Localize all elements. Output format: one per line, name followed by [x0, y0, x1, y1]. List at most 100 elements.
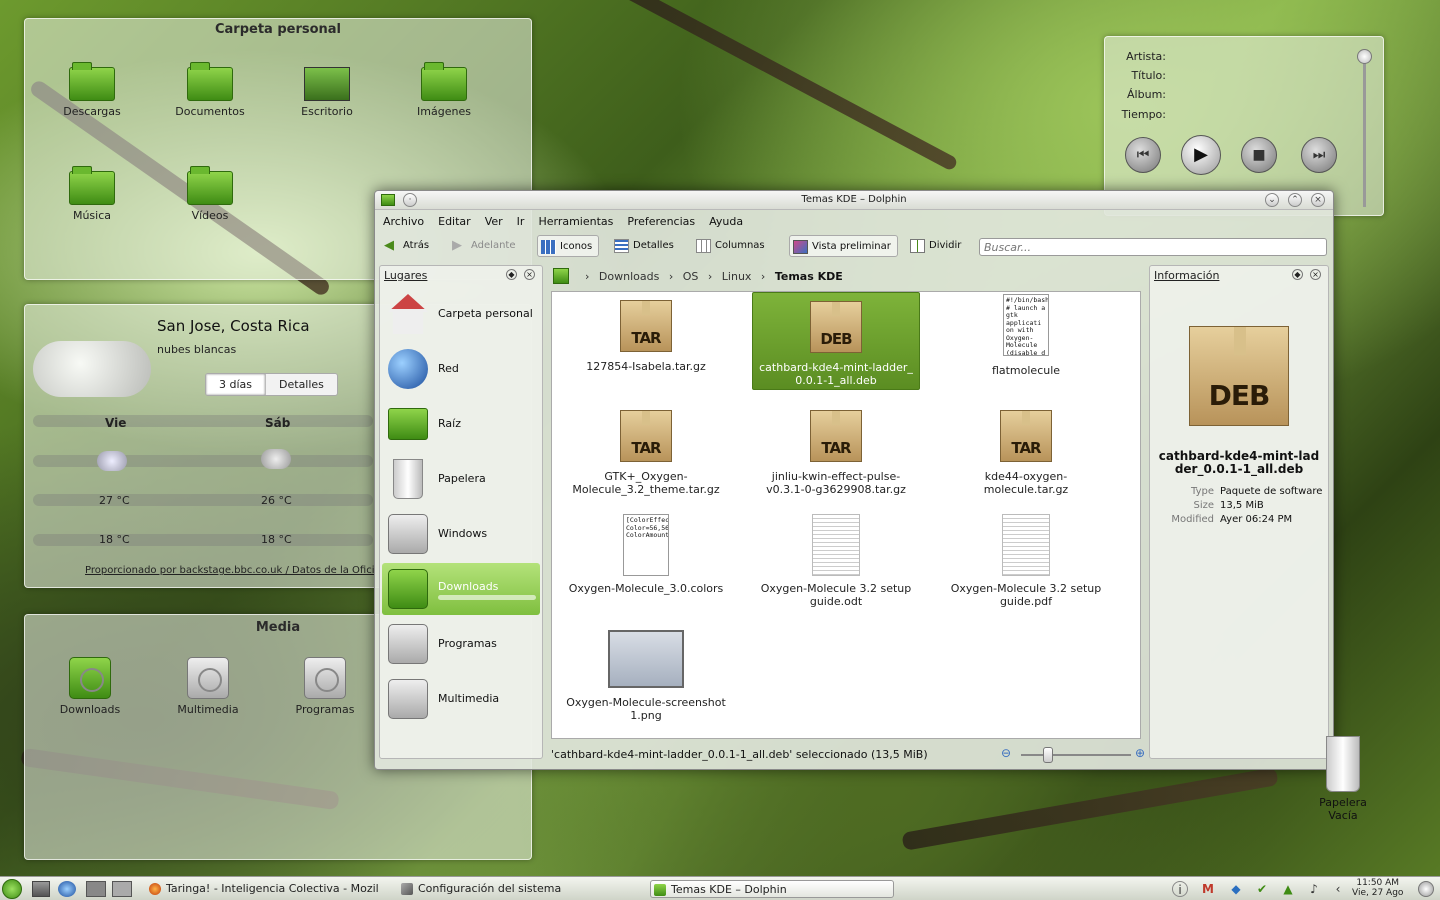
update-shield-icon[interactable]: ✔ [1254, 881, 1270, 897]
search-input[interactable]: Buscar... [979, 238, 1327, 256]
dropbox-icon[interactable]: ◆ [1228, 881, 1244, 897]
volume-knob[interactable] [1357, 49, 1372, 64]
media-programas[interactable]: Programas [270, 657, 380, 716]
tab-3-dias[interactable]: 3 días [206, 374, 267, 395]
tab-detalles[interactable]: Detalles [266, 374, 337, 395]
network-icon[interactable]: ▲ [1280, 881, 1296, 897]
file-item[interactable]: TAR 127854-Isabela.tar.gz [562, 296, 730, 394]
panel-float-icon[interactable]: ◆ [506, 269, 517, 280]
crumb-linux[interactable]: Linux [722, 270, 752, 283]
stop-icon[interactable]: ■ [1241, 137, 1277, 173]
place-label: Carpeta personal [438, 307, 533, 320]
menu-ir[interactable]: Ir [517, 215, 525, 228]
place-downloads[interactable]: Downloads [382, 563, 540, 615]
expand-tray-icon[interactable]: ‹ [1330, 881, 1346, 897]
crumb-current[interactable]: Temas KDE [775, 270, 843, 283]
panel-float-icon[interactable]: ◆ [1292, 269, 1303, 280]
file-item[interactable]: #!/bin/bash # launch a gtk applicati on … [942, 294, 1110, 392]
file-item[interactable]: Oxygen-Molecule-screenshot1.png [562, 624, 730, 722]
high-sab: 26 °C [261, 494, 292, 507]
menu-herramientas[interactable]: Herramientas [538, 215, 613, 228]
chevron-right-icon: › [668, 270, 674, 283]
info-key: Type [1191, 486, 1214, 497]
view-columns-button[interactable]: Columnas [693, 235, 771, 257]
clock[interactable]: 11:50 AM Vie, 27 Ago [1352, 878, 1403, 898]
place-trash[interactable]: Papelera [382, 453, 540, 505]
window-titlebar[interactable]: · Temas KDE – Dolphin ⌄ ⌃ × [375, 191, 1333, 210]
folder-musica[interactable]: Música [37, 166, 147, 222]
task-firefox[interactable]: Taringa! - Inteligencia Colectiva - Mozi… [146, 880, 382, 898]
panel-close-icon[interactable]: × [1310, 269, 1321, 280]
menu-preferencias[interactable]: Preferencias [627, 215, 695, 228]
media-multimedia[interactable]: Multimedia [153, 657, 263, 716]
folder-icon [69, 166, 115, 205]
media-player-widget: Artista: Título: Álbum: Tiempo: ⏮ ▶ ■ ⏭ [1104, 36, 1384, 216]
back-button[interactable]: ◀ Atrás [381, 235, 435, 257]
place-root[interactable]: Raíz [382, 398, 540, 450]
file-item[interactable]: TAR kde44-oxygen-molecule.tar.gz [942, 406, 1110, 504]
mint-menu-icon[interactable] [2, 879, 22, 899]
forward-button[interactable]: ▶ Adelante [449, 235, 521, 257]
show-desktop-icon[interactable] [32, 881, 50, 897]
place-programas[interactable]: Programas [382, 618, 540, 670]
folder-documentos[interactable]: Documentos [155, 62, 265, 118]
panel-close-icon[interactable]: × [524, 269, 535, 280]
weather-credit[interactable]: Proporcionado por backstage.bbc.co.uk / … [85, 565, 375, 576]
folder-icon [187, 62, 233, 101]
folder-descargas[interactable]: Descargas [37, 62, 147, 118]
desktop-trash[interactable]: Papelera Vacía [1312, 736, 1374, 822]
split-button[interactable]: Dividir [907, 235, 967, 257]
file-item[interactable]: TAR GTK+_Oxygen-Molecule_3.2_theme.tar.g… [562, 406, 730, 504]
menu-editar[interactable]: Editar [438, 215, 471, 228]
zoom-slider-handle[interactable] [1043, 747, 1053, 763]
view-icons-button[interactable]: Iconos [537, 235, 600, 257]
volume-icon[interactable]: ♪ [1306, 881, 1322, 897]
task-dolphin[interactable]: Temas KDE – Dolphin [650, 880, 894, 898]
document-icon [812, 514, 860, 576]
previous-icon[interactable]: ⏮ [1125, 137, 1161, 173]
info-icon[interactable]: i [1172, 881, 1188, 897]
menu-ver[interactable]: Ver [485, 215, 503, 228]
file-view: TAR 127854-Isabela.tar.gz DEB cathbard-k… [551, 291, 1141, 739]
crumb-downloads[interactable]: Downloads [599, 270, 659, 283]
close-icon[interactable]: × [1311, 193, 1325, 207]
place-windows[interactable]: Windows [382, 508, 540, 560]
weather-row-bg [33, 494, 373, 506]
pager-desktop-1[interactable] [86, 881, 106, 897]
location-mode-icon[interactable] [553, 268, 569, 284]
folder-escritorio[interactable]: Escritorio [272, 67, 382, 118]
place-multimedia[interactable]: Multimedia [382, 673, 540, 725]
folder-videos[interactable]: Vídeos [155, 166, 265, 222]
pager-desktop-2[interactable] [112, 881, 132, 897]
place-label: Raíz [438, 417, 461, 430]
zoom-slider-track[interactable] [1021, 754, 1131, 756]
view-details-button[interactable]: Detalles [611, 235, 680, 257]
file-label: Oxygen-Molecule-screenshot1.png [566, 696, 726, 722]
next-icon[interactable]: ⏭ [1301, 137, 1337, 173]
task-system-settings[interactable]: Configuración del sistema [398, 880, 638, 898]
crumb-os[interactable]: OS [683, 270, 699, 283]
zoom-out-icon[interactable]: ⊖ [1001, 746, 1011, 760]
file-item[interactable]: Oxygen-Molecule 3.2 setup guide.odt [752, 514, 920, 612]
volume-track[interactable] [1363, 57, 1366, 207]
browser-launcher-icon[interactable] [58, 881, 76, 897]
place-home[interactable]: Carpeta personal [382, 288, 540, 340]
play-icon[interactable]: ▶ [1181, 135, 1221, 175]
file-item[interactable]: TAR jinliu-kwin-effect-pulse-v0.3.1-0-g3… [752, 406, 920, 504]
file-item-selected[interactable]: DEB cathbard-kde4-mint-ladder_0.0.1-1_al… [752, 292, 920, 390]
cashew-icon[interactable] [1418, 881, 1434, 897]
menu-ayuda[interactable]: Ayuda [709, 215, 743, 228]
media-downloads[interactable]: Downloads [35, 657, 145, 716]
zoom-in-icon[interactable]: ⊕ [1135, 746, 1145, 760]
gmail-icon[interactable]: M [1200, 881, 1216, 897]
maximize-icon[interactable]: ⌃ [1288, 193, 1302, 207]
file-item[interactable]: Oxygen-Molecule 3.2 setup guide.pdf [942, 514, 1110, 612]
preview-button[interactable]: Vista preliminar [789, 235, 898, 257]
place-network[interactable]: Red [382, 343, 540, 395]
file-item[interactable]: [ColorEffects:Disabled] Color=56,56,56 C… [562, 514, 730, 612]
menu-archivo[interactable]: Archivo [383, 215, 424, 228]
minimize-icon[interactable]: ⌄ [1265, 193, 1279, 207]
usb-drive-icon [69, 657, 111, 699]
folder-imagenes[interactable]: Imágenes [389, 62, 499, 118]
time-label: Tiempo: [1121, 108, 1166, 121]
